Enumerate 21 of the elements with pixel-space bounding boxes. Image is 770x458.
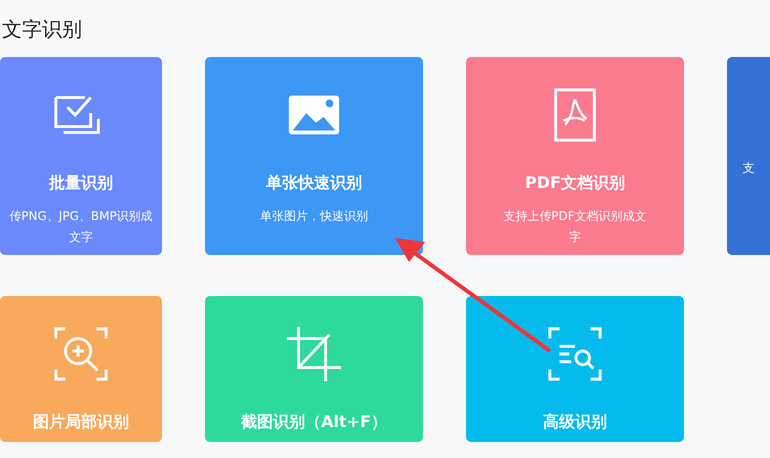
card-title: 单张快速识别: [266, 173, 362, 194]
zoom-in-icon: [52, 325, 110, 383]
feature-card[interactable]: PDF文档识别 支持上传PDF文档识别成文字: [466, 57, 684, 255]
card-title: 高级识别: [543, 412, 607, 433]
feature-card[interactable]: 单张快速识别 单张图片，快速识别: [205, 57, 423, 255]
crop-icon: [285, 325, 343, 383]
card-title: 批量识别: [49, 173, 113, 194]
card-description: 支持上传PDF文档识别成文字: [502, 208, 648, 246]
card-title: PDF文档识别: [525, 173, 625, 194]
card-description: 传PNG、JPG、BMP识别成文字: [8, 208, 154, 246]
feature-card[interactable]: 支: [727, 57, 770, 255]
card-title: 截图识别（Alt+F）: [241, 412, 387, 433]
feature-card[interactable]: 截图识别（Alt+F）: [205, 296, 423, 442]
card-title: 图片局部识别: [33, 412, 129, 433]
card-description: 支: [742, 160, 754, 177]
card-description: 单张图片，快速识别: [260, 208, 368, 225]
feature-card[interactable]: 批量识别 传PNG、JPG、BMP识别成文字: [0, 57, 162, 255]
feature-card[interactable]: 高级识别: [466, 296, 684, 442]
feature-card[interactable]: 图片局部识别: [0, 296, 162, 442]
scan-search-icon: [546, 325, 604, 383]
page-title: 文字识别: [1, 16, 82, 43]
